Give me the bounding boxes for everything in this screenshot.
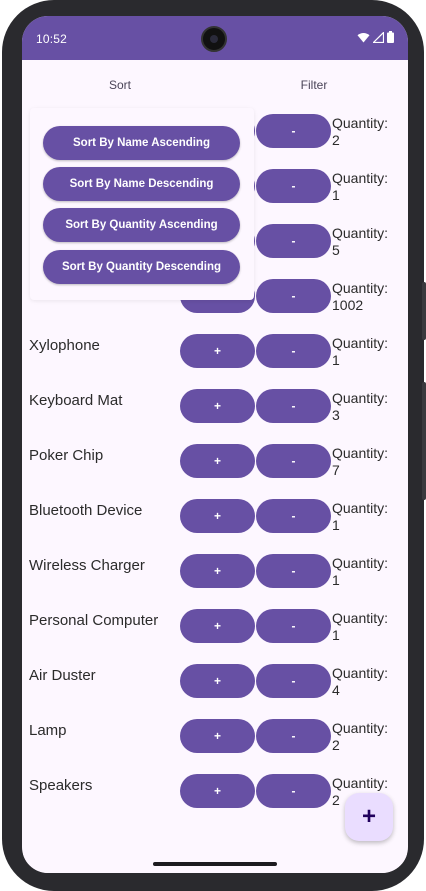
list-item: Poker Chip + - Quantity: 7 [22,440,408,495]
increment-button[interactable]: + [180,499,255,533]
quantity-display: Quantity: 1 [332,170,408,204]
list-item: Personal Computer + - Quantity: 1 [22,605,408,660]
decrement-button[interactable]: - [256,444,331,478]
increment-button[interactable]: + [180,554,255,588]
quantity-label: Quantity: [332,225,389,241]
quantity-display: Quantity: 7 [332,445,408,479]
quantity-value: 1002 [332,297,364,313]
quantity-value: 2 [332,737,340,753]
quantity-display: Quantity: 2 [332,115,408,149]
item-name: Keyboard Mat [29,392,123,409]
decrement-button[interactable]: - [256,609,331,643]
decrement-button[interactable]: - [256,774,331,808]
quantity-value: 5 [332,242,340,258]
sort-qty-desc-option[interactable]: Sort By Quantity Descending [43,250,240,284]
decrement-button[interactable]: - [256,719,331,753]
increment-button[interactable]: + [180,664,255,698]
sort-dropdown-menu: Sort By Name Ascending Sort By Name Desc… [30,108,254,300]
quantity-display: Quantity: 4 [332,665,408,699]
quantity-label: Quantity: [332,390,389,406]
quantity-display: Quantity: 5 [332,225,408,259]
list-item: Lamp + - Quantity: 2 [22,715,408,770]
decrement-button[interactable]: - [256,334,331,368]
status-icons [357,31,394,43]
quantity-value: 1 [332,187,340,203]
quantity-label: Quantity: [332,610,389,626]
list-item: Keyboard Mat + - Quantity: 3 [22,385,408,440]
status-bar: 10:52 [22,16,408,60]
signal-icon [373,31,384,43]
increment-button[interactable]: + [180,774,255,808]
decrement-button[interactable]: - [256,554,331,588]
home-handle[interactable] [153,862,277,866]
add-item-fab[interactable]: + [345,793,393,841]
quantity-value: 3 [332,407,340,423]
quantity-value: 7 [332,462,340,478]
increment-button[interactable]: + [180,719,255,753]
item-name: Lamp [29,722,67,739]
sort-qty-asc-option[interactable]: Sort By Quantity Ascending [43,208,240,242]
quantity-label: Quantity: [332,170,389,186]
decrement-button[interactable]: - [256,114,331,148]
list-item: Wireless Charger + - Quantity: 1 [22,550,408,605]
quantity-display: Quantity: 1 [332,555,408,589]
quantity-display: Quantity: 1002 [332,280,408,314]
filter-tab[interactable]: Filter [264,78,364,92]
quantity-label: Quantity: [332,720,389,736]
sort-tab[interactable]: Sort [70,78,170,92]
item-name: Wireless Charger [29,557,145,574]
quantity-label: Quantity: [332,555,389,571]
quantity-value: 1 [332,572,340,588]
increment-button[interactable]: + [180,609,255,643]
sort-name-asc-option[interactable]: Sort By Name Ascending [43,126,240,160]
item-name: Poker Chip [29,447,104,464]
quantity-label: Quantity: [332,665,389,681]
phone-frame: 10:52 Sort Filter + [2,0,424,891]
decrement-button[interactable]: - [256,224,331,258]
quantity-value: 1 [332,517,340,533]
item-name: Personal Computer [29,612,159,629]
volume-button [422,282,426,340]
decrement-button[interactable]: - [256,389,331,423]
list-item: Bluetooth Device + - Quantity: 1 [22,495,408,550]
sort-name-desc-option[interactable]: Sort By Name Descending [43,167,240,201]
quantity-label: Quantity: [332,775,389,791]
battery-icon [387,31,394,43]
quantity-display: Quantity: 1 [332,335,408,369]
decrement-button[interactable]: - [256,279,331,313]
quantity-label: Quantity: [332,500,389,516]
list-item: Air Duster + - Quantity: 4 [22,660,408,715]
quantity-label: Quantity: [332,280,389,296]
camera-cutout [201,26,227,52]
quantity-value: 2 [332,132,340,148]
quantity-value: 1 [332,352,340,368]
quantity-label: Quantity: [332,115,389,131]
wifi-icon [357,32,370,42]
decrement-button[interactable]: - [256,169,331,203]
quantity-value: 4 [332,682,340,698]
app-screen: 10:52 Sort Filter + [22,16,408,873]
quantity-display: Quantity: 2 [332,720,408,754]
increment-button[interactable]: + [180,334,255,368]
quantity-value: 1 [332,627,340,643]
quantity-display: Quantity: 1 [332,500,408,534]
quantity-label: Quantity: [332,445,389,461]
increment-button[interactable]: + [180,389,255,423]
increment-button[interactable]: + [180,444,255,478]
power-button [422,382,426,500]
decrement-button[interactable]: - [256,499,331,533]
decrement-button[interactable]: - [256,664,331,698]
item-name: Speakers [29,777,93,794]
item-name: Bluetooth Device [29,502,143,519]
item-name: Xylophone [29,337,100,354]
quantity-label: Quantity: [332,335,389,351]
quantity-display: Quantity: 3 [332,390,408,424]
item-name: Air Duster [29,667,96,684]
list-item: Xylophone + - Quantity: 1 [22,330,408,385]
status-time: 10:52 [36,32,68,46]
quantity-display: Quantity: 1 [332,610,408,644]
